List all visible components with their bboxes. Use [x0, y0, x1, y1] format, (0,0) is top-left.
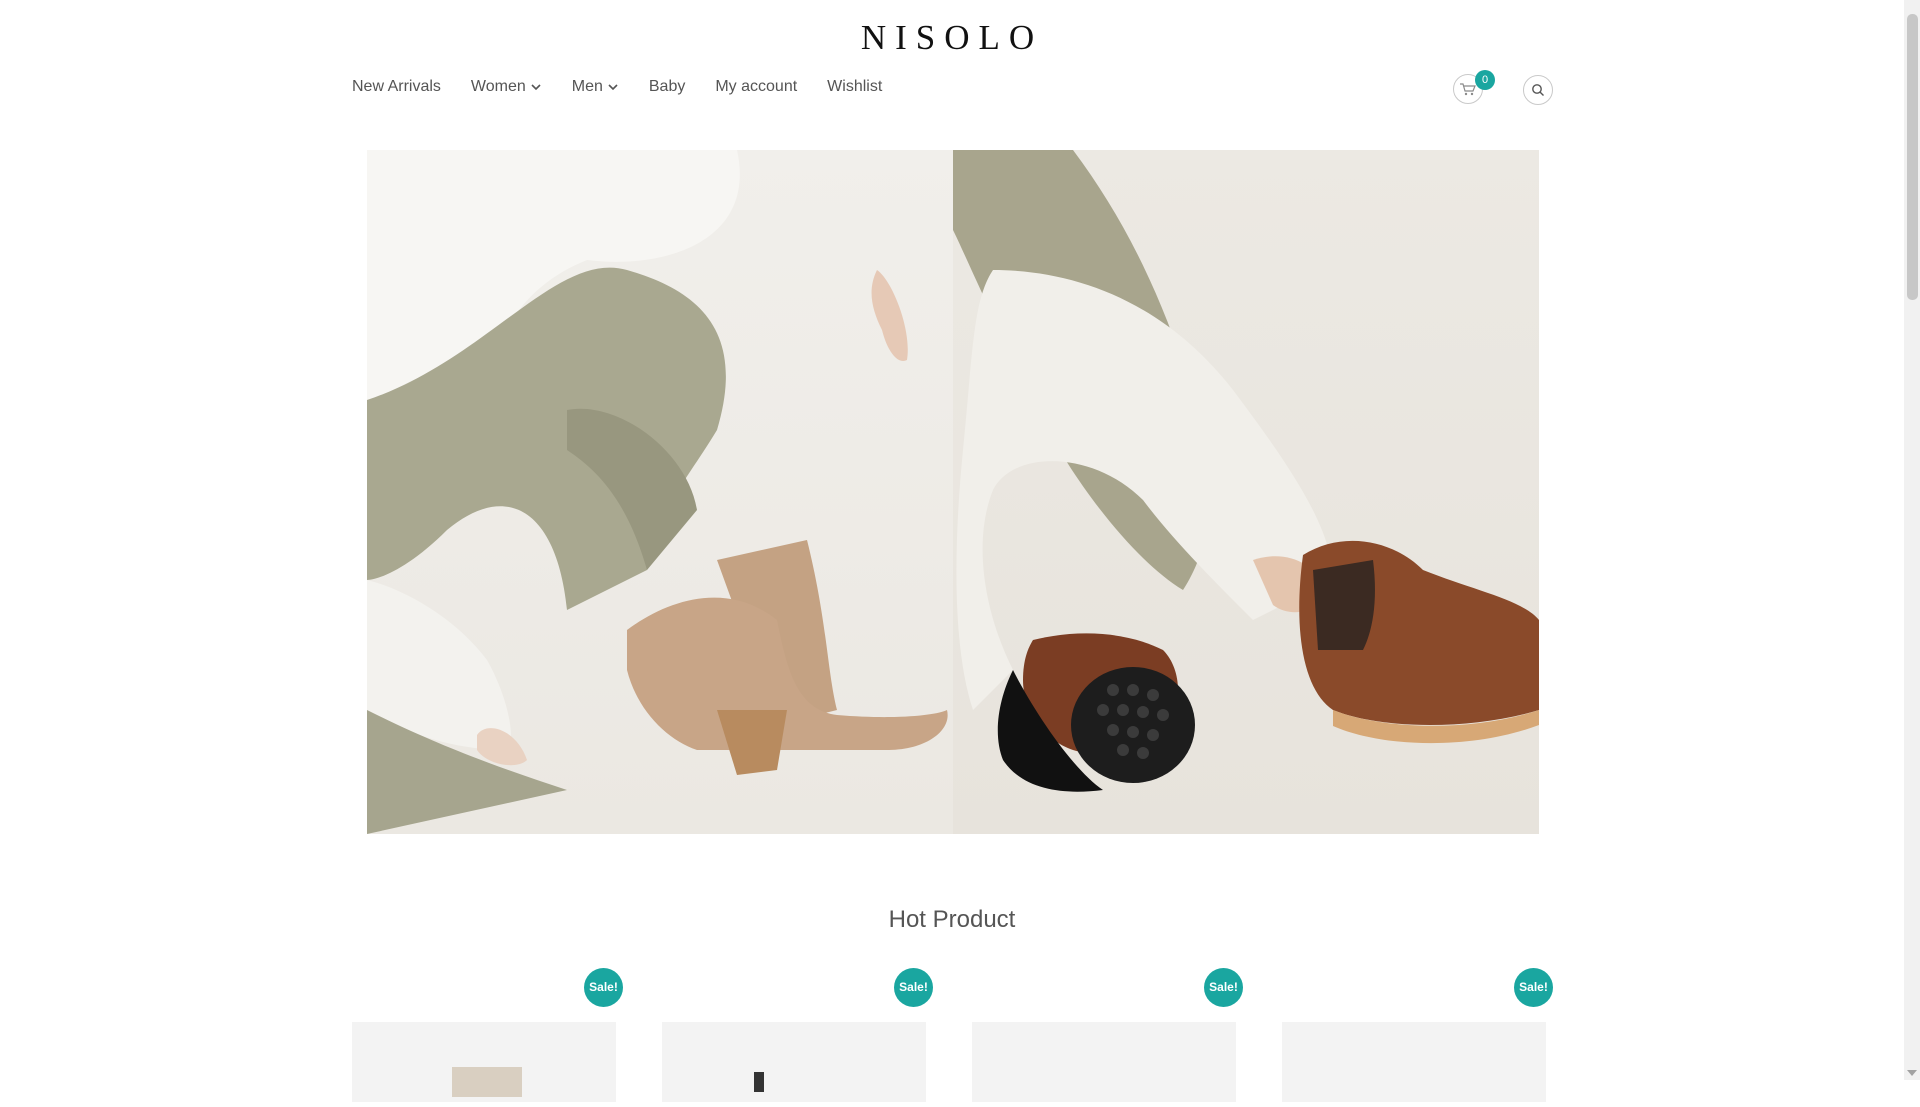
nav-label: New Arrivals	[352, 78, 441, 95]
scroll-down-arrow-icon[interactable]	[1907, 1070, 1917, 1076]
product-image[interactable]	[1282, 1022, 1546, 1102]
product-image[interactable]	[662, 1022, 926, 1102]
scrollbar-thumb[interactable]	[1907, 14, 1918, 300]
search-icon	[1532, 84, 1544, 96]
cart-icon	[1460, 83, 1476, 96]
nav-label: Women	[470, 78, 526, 95]
nav-item-men[interactable]: Men	[572, 76, 619, 98]
nav-label: Baby	[648, 78, 686, 95]
nav-item-wishlist[interactable]: Wishlist	[827, 76, 882, 98]
nav-item-new-arrivals[interactable]: New Arrivals	[352, 76, 441, 98]
hero-image-right-illustration	[953, 150, 1539, 792]
hero-image-right	[953, 150, 1539, 834]
nav-item-baby[interactable]: Baby	[649, 76, 685, 98]
hero-image-left-illustration	[367, 150, 948, 834]
product-image-illustration	[452, 1067, 522, 1097]
page-scrollbar[interactable]	[1904, 0, 1920, 1080]
hot-product-heading: Hot Product	[888, 906, 1016, 933]
main-nav: New Arrivals Women Men Baby My account W…	[352, 76, 912, 98]
search-button[interactable]	[1523, 75, 1553, 105]
nav-label: Men	[571, 78, 603, 95]
product-image[interactable]	[352, 1022, 616, 1102]
cart-count-badge: 0	[1475, 70, 1495, 90]
sale-badge: Sale!	[894, 968, 933, 1007]
chevron-down-icon	[608, 84, 618, 91]
nav-label: Wishlist	[827, 78, 883, 95]
product-image-illustration	[754, 1072, 764, 1092]
nav-item-my-account[interactable]: My account	[715, 76, 797, 98]
hero-image-left	[367, 150, 953, 834]
sale-badge: Sale!	[1514, 968, 1553, 1007]
hero-banner[interactable]	[367, 150, 1539, 834]
site-logo[interactable]: NISOLO	[0, 18, 1904, 58]
sale-badge: Sale!	[1204, 968, 1243, 1007]
nav-item-women[interactable]: Women	[471, 76, 542, 98]
sale-badge: Sale!	[584, 968, 623, 1007]
product-image[interactable]	[972, 1022, 1236, 1102]
chevron-down-icon	[531, 84, 541, 91]
nav-label: My account	[715, 78, 798, 95]
